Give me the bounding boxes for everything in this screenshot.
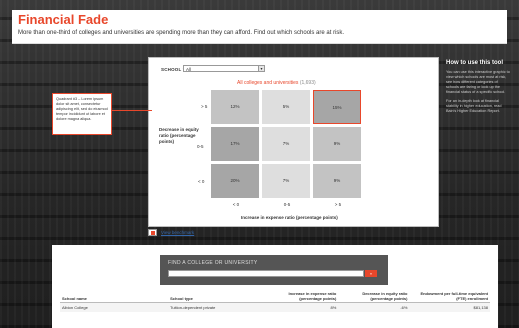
column-label: > 5 [334,202,342,207]
matrix-cell[interactable]: 7% [262,127,310,161]
how-to-heading: How to use this tool [446,60,503,66]
note-connector [112,110,152,111]
matrix-cell[interactable]: 12% [211,90,259,124]
page-title: Financial Fade [18,12,109,27]
column-header: Increase in expense ratio (percentage po… [267,290,339,303]
search-label: FIND A COLLEGE OR UNIVERSITY [168,260,258,266]
matrix-cell[interactable]: 9% [313,127,361,161]
column-header: Endowment per full-time equivalent (FTE)… [409,290,490,303]
table-cell: -6% [338,302,410,312]
matrix-cell[interactable]: 17% [211,127,259,161]
chart-title-text: All colleges and universities [237,80,299,86]
column-header: School type [168,290,268,303]
x-axis-label: Increase in expense ratio (percentage po… [241,215,338,220]
matrix-cell[interactable]: 7% [262,164,310,198]
how-to-paragraph: For an in-depth look at financial stabil… [446,99,502,113]
school-search-input[interactable] [168,270,364,277]
row-label: < 0 [198,179,205,184]
matrix-cell[interactable]: 20% [211,164,259,198]
matrix-cell[interactable]: 9% [313,164,361,198]
how-to-paragraph: You can use this interactive graphic to … [446,70,510,94]
table-row[interactable]: Albion College Tuition-dependent private… [60,302,490,312]
matrix-cell[interactable]: 15% [313,90,361,124]
column-label: 0-5 [283,202,291,207]
risk-matrix-grid: 12% 5% 15% 17% 7% 9% 20% 7% 9% [211,90,363,199]
table-header-row: School name School type Increase in expe… [60,290,490,303]
chart-count: (1,693) [299,80,316,86]
results-table: School name School type Increase in expe… [60,290,490,312]
column-header: School name [60,290,169,303]
table-cell: 8% [267,302,339,312]
table-cell: $81,138 [409,302,490,312]
search-go-button[interactable]: » [365,270,377,277]
school-type-value: All [186,67,192,72]
matrix-cell[interactable]: 5% [262,90,310,124]
risk-matrix-panel: SCHOOL TYPE: All ▾ All colleges and univ… [148,57,439,227]
table-cell: Albion College [60,302,169,312]
column-header: Decrease in equity ratio (percentage poi… [338,290,410,303]
benchmark-link-label[interactable]: View benchmark [161,230,194,235]
column-label: < 0 [232,202,240,207]
benchmark-icon [148,229,157,236]
chart-title: All colleges and universities (1,693) [237,80,316,86]
school-type-select[interactable]: All ▾ [183,65,265,72]
page-subtitle: More than one-third of colleges and univ… [18,30,345,36]
row-label: 0-5 [197,144,204,149]
row-label: > 5 [201,104,208,109]
y-axis-label: Decrease in equity ratio (percentage poi… [159,127,199,144]
page-header: Financial Fade More than one-third of co… [12,10,507,44]
table-cell: Tuition-dependent private [168,302,268,312]
school-search-box: FIND A COLLEGE OR UNIVERSITY » [160,255,388,285]
quadrant-note: Quadrant #3 – Lorem ipsum dolor sit amet… [52,93,112,135]
how-to-panel: How to use this tool You can use this in… [446,60,510,118]
chevron-down-icon[interactable]: ▾ [258,65,265,72]
